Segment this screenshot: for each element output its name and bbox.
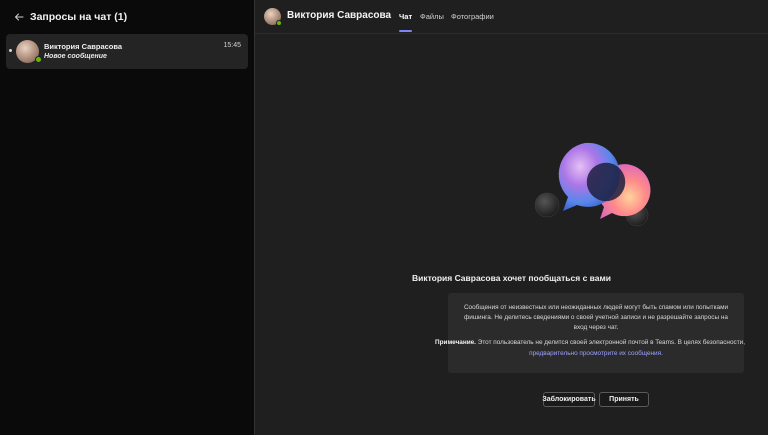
presence-available-icon (35, 56, 42, 63)
request-preview: Новое сообщение (44, 53, 107, 60)
tab-chat[interactable]: Чат (399, 12, 412, 21)
tab-photos[interactable]: Фотографии (451, 12, 494, 21)
email-note: Примечание. Этот пользователь не делится… (418, 337, 762, 349)
tab-files[interactable]: Файлы (420, 12, 444, 21)
chat-bubbles-illustration (535, 142, 651, 227)
request-sender-name: Виктория Саврасова (44, 42, 123, 51)
presence-available-icon (276, 20, 282, 26)
chat-request-item[interactable]: Виктория Саврасова 15:45 Новое сообщение (6, 34, 248, 69)
back-arrow-icon[interactable] (12, 10, 26, 24)
chat-requests-pane: Запросы на чат (1) Виктория Саврасова 15… (0, 0, 254, 435)
unread-indicator (9, 49, 12, 52)
request-time: 15:45 (223, 42, 241, 49)
chat-requests-title: Запросы на чат (1) (30, 11, 128, 23)
chat-header: Виктория Саврасова Чат Файлы Фотографии (255, 0, 768, 34)
note-text: Этот пользователь не делится своей элект… (477, 339, 745, 346)
chat-request-headline: Виктория Саврасова хочет пообщаться с ва… (411, 273, 612, 283)
contact-name: Виктория Саврасова (287, 10, 392, 21)
block-button[interactable]: Заблокировать (542, 392, 596, 407)
accept-button[interactable]: Принять (599, 392, 649, 407)
safety-notice: Сообщения от неизвестных или неожиданных… (435, 293, 745, 373)
chat-requests-header: Запросы на чат (1) (0, 0, 254, 34)
preview-messages-link[interactable]: предварительно просмотрите их сообщения. (448, 350, 744, 357)
chat-pane: Виктория Саврасова Чат Файлы Фотографии (254, 0, 768, 435)
note-label: Примечание. (435, 339, 476, 346)
active-tab-indicator (399, 30, 412, 32)
phishing-warning-text: Сообщения от неизвестных или неожиданных… (463, 304, 729, 331)
